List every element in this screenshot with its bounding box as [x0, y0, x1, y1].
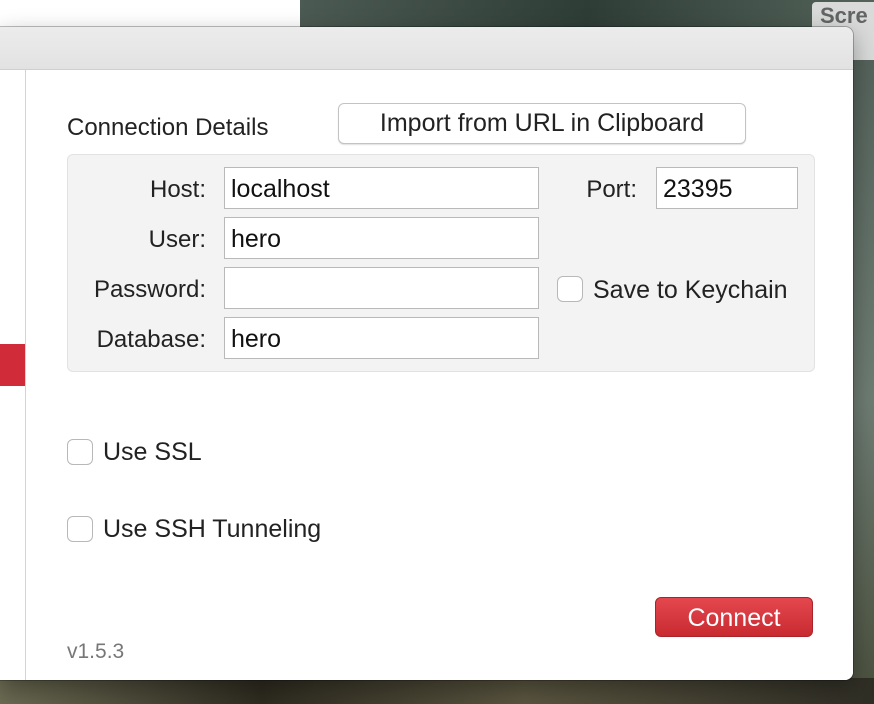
connection-details-title: Connection Details	[67, 114, 269, 141]
password-field[interactable]	[224, 267, 539, 309]
version-label: v1.5.3	[67, 640, 125, 663]
host-label: Host:	[149, 176, 206, 203]
database-field[interactable]: hero	[224, 317, 539, 359]
save-keychain-checkbox[interactable]	[557, 276, 583, 302]
connection-fields-group: Host: localhost Port: 23395 User: hero P…	[67, 154, 815, 372]
database-label: Database:	[96, 326, 206, 353]
host-field[interactable]: localhost	[224, 167, 539, 209]
use-ssl-checkbox[interactable]	[67, 439, 93, 465]
user-label: User:	[148, 226, 206, 253]
desktop-file-label-line1: Scre	[820, 3, 868, 28]
import-from-url-button[interactable]: Import from URL in Clipboard	[338, 103, 746, 144]
connect-button[interactable]: Connect	[655, 597, 813, 637]
save-keychain-label[interactable]: Save to Keychain	[593, 276, 788, 305]
connection-panel: Connection Details Import from URL in Cl…	[26, 70, 853, 680]
sidebar-selected-item[interactable]	[0, 344, 25, 386]
sidebar	[0, 70, 26, 680]
use-ssh-checkbox[interactable]	[67, 516, 93, 542]
password-label: Password:	[93, 276, 206, 303]
port-label: Port:	[586, 176, 637, 203]
port-field[interactable]: 23395	[656, 167, 798, 209]
app-window: Connection Details Import from URL in Cl…	[0, 27, 853, 680]
use-ssh-label[interactable]: Use SSH Tunneling	[103, 515, 321, 544]
desktop-background-white	[0, 0, 300, 28]
window-titlebar[interactable]	[0, 27, 853, 70]
desktop-wallpaper-bottom	[0, 678, 874, 704]
user-field[interactable]: hero	[224, 217, 539, 259]
use-ssl-label[interactable]: Use SSL	[103, 438, 202, 467]
